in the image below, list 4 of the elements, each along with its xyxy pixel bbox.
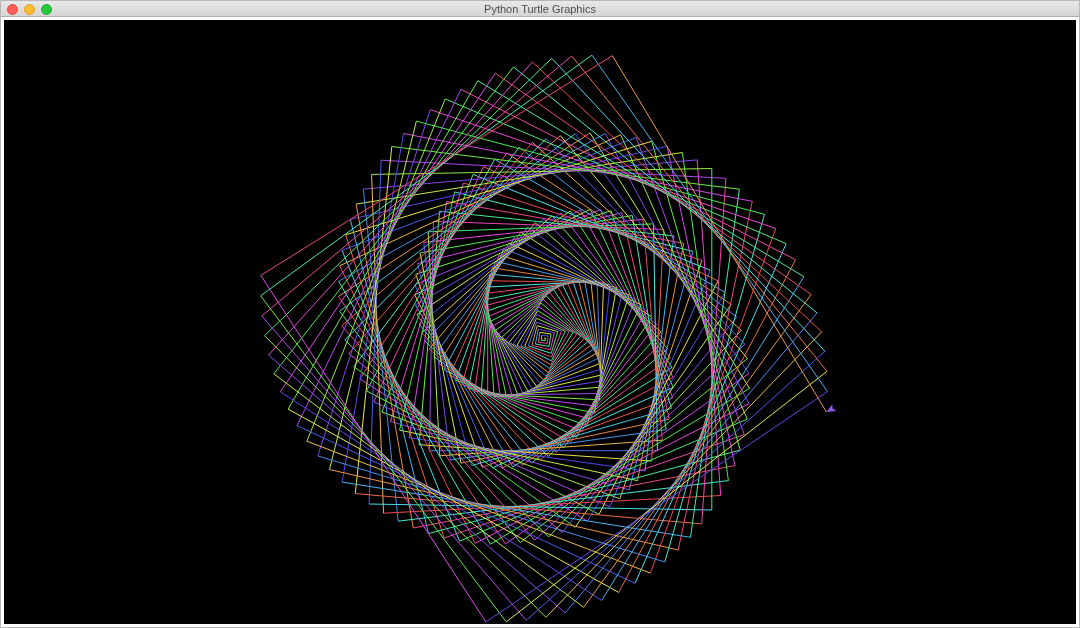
- window-title: Python Turtle Graphics: [484, 2, 596, 15]
- close-button[interactable]: [7, 4, 18, 15]
- minimize-button[interactable]: [24, 4, 35, 15]
- zoom-button[interactable]: [41, 4, 52, 15]
